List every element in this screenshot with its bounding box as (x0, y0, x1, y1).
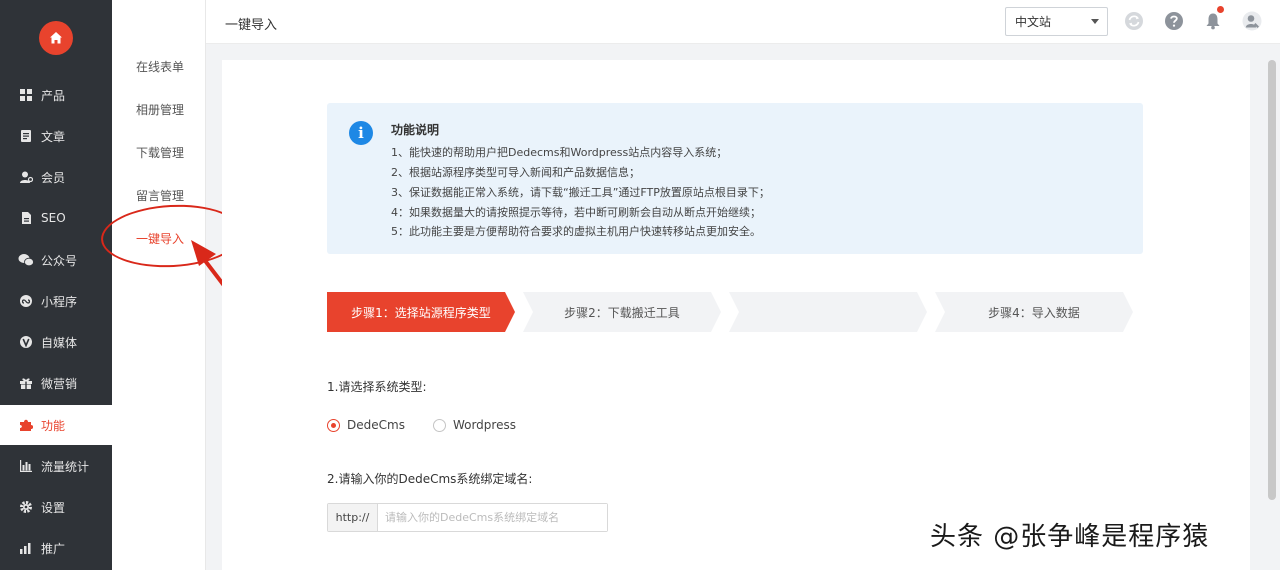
sidebar-item-self-media[interactable]: 自媒体 (0, 322, 112, 362)
domain-input-group: http:// (327, 503, 608, 532)
bell-icon (1206, 13, 1220, 30)
info-line: 1、能快速的帮助用户把Dedecms和Wordpress站点内容导入系统； (391, 146, 728, 159)
sidebar-item-seo[interactable]: SEO (0, 198, 112, 238)
sidebar-item-members[interactable]: 会员 (0, 157, 112, 197)
watermark: 头条 @张争峰是程序猿 (930, 522, 1210, 552)
wordpress-radio-label[interactable]: Wordpress (453, 418, 516, 432)
sidebar-item-label: 产品 (41, 88, 66, 103)
top-header: 一键导入 中文站 (206, 0, 1280, 44)
sidebar-item-label: 推广 (41, 541, 66, 556)
info-icon: i (349, 121, 373, 145)
submenu-item-messages[interactable]: 留言管理 (136, 187, 184, 204)
system-type-radio-group: DedeCms Wordpress (327, 418, 544, 432)
puzzle-icon (18, 417, 34, 433)
submenu-item-online-forms[interactable]: 在线表单 (136, 58, 184, 75)
help-button[interactable] (1163, 10, 1185, 32)
avatar-icon (1242, 11, 1262, 31)
language-select-value: 中文站 (1015, 15, 1052, 29)
document-icon (18, 128, 34, 144)
sidebar-item-label: 文章 (41, 129, 66, 144)
sidebar-item-settings[interactable]: 设置 (0, 487, 112, 527)
domain-input[interactable] (378, 504, 607, 531)
sidebar-item-label: 自媒体 (41, 335, 78, 350)
submenu-item-downloads[interactable]: 下载管理 (136, 144, 184, 161)
gear-icon (18, 499, 34, 515)
sidebar-item-products[interactable]: 产品 (0, 75, 112, 115)
v-icon (18, 334, 34, 350)
sidebar-item-label: 公众号 (41, 253, 78, 268)
sidebar-item-label: 微营销 (41, 376, 78, 391)
step-label: 步骤2：下载搬迁工具 (564, 305, 680, 320)
dedecms-radio-label[interactable]: DedeCms (347, 418, 405, 432)
promote-icon (18, 540, 34, 556)
sidebar-item-mini-program[interactable]: 小程序 (0, 281, 112, 321)
sidebar-item-marketing[interactable]: 微营销 (0, 363, 112, 403)
refresh-icon (1125, 12, 1143, 30)
main-sidebar: 产品 文章 会员 SEO 公众号 小程序 自媒体 微营销 功能 流量统计 设置 (0, 0, 112, 570)
user-icon (18, 169, 34, 185)
scrollbar[interactable] (1268, 60, 1276, 500)
wechat-icon (18, 252, 34, 268)
mini-program-icon (18, 293, 34, 309)
notification-button[interactable] (1202, 6, 1224, 32)
system-type-label: 1.请选择系统类型: (327, 380, 427, 394)
step-label: 步骤1：选择站源程序类型 (351, 305, 491, 320)
info-line: 3、保证数据能正常入系统，请下载“搬迁工具”通过FTP放置原站点根目录下； (391, 186, 770, 199)
wordpress-radio[interactable] (432, 418, 446, 432)
sidebar-item-label: 会员 (41, 170, 66, 185)
sidebar-item-traffic-stats[interactable]: 流量统计 (0, 446, 112, 486)
gift-icon (18, 375, 34, 391)
sidebar-item-wechat[interactable]: 公众号 (0, 240, 112, 280)
home-icon (50, 32, 62, 44)
feature-description-box: i 功能说明 1、能快速的帮助用户把Dedecms和Wordpress站点内容导… (327, 103, 1143, 254)
bar-chart-icon (18, 458, 34, 474)
sidebar-item-features[interactable]: 功能 (0, 405, 112, 445)
sidebar-item-label: SEO (41, 211, 66, 225)
info-title: 功能说明 (391, 123, 440, 137)
dedecms-radio[interactable] (327, 418, 340, 432)
step-4[interactable]: 步骤4：导入数据 (935, 292, 1133, 332)
page-title: 一键导入 (225, 18, 278, 33)
info-line: 5：此功能主要是方便帮助符合要求的虚拟主机用户快速转移站点更加安全。 (391, 225, 761, 238)
grid-icon (18, 87, 34, 103)
info-line: 4：如果数据量大的请按照提示等待，若中断可刷新会自动从断点开始继续； (391, 206, 761, 219)
domain-label: 2.请输入你的DedeCms系统绑定域名: (327, 472, 533, 486)
sidebar-item-label: 小程序 (41, 294, 78, 309)
help-icon (1165, 12, 1183, 30)
chevron-down-icon (1091, 19, 1099, 24)
submenu-item-album[interactable]: 相册管理 (136, 101, 184, 118)
step-progress: 步骤1：选择站源程序类型 步骤2：下载搬迁工具 步骤4：导入数据 (327, 292, 1137, 332)
info-line: 2、根据站源程序类型可导入新闻和产品数据信息； (391, 166, 640, 179)
sidebar-item-label: 功能 (41, 418, 66, 433)
sidebar-item-promote[interactable]: 推广 (0, 528, 112, 568)
step-3[interactable] (729, 292, 927, 332)
step-1[interactable]: 步骤1：选择站源程序类型 (327, 292, 515, 332)
url-prefix: http:// (328, 504, 378, 531)
sidebar-item-label: 流量统计 (41, 459, 90, 474)
refresh-button[interactable] (1123, 10, 1145, 32)
sidebar-item-articles[interactable]: 文章 (0, 116, 112, 156)
sidebar-item-label: 设置 (41, 500, 66, 515)
step-2[interactable]: 步骤2：下载搬迁工具 (523, 292, 721, 332)
user-menu-button[interactable] (1241, 10, 1263, 32)
step-label: 步骤4：导入数据 (988, 305, 1080, 320)
home-button[interactable] (39, 21, 73, 55)
seo-icon (18, 210, 34, 226)
language-select[interactable]: 中文站 (1005, 7, 1108, 36)
notification-badge (1217, 6, 1224, 13)
